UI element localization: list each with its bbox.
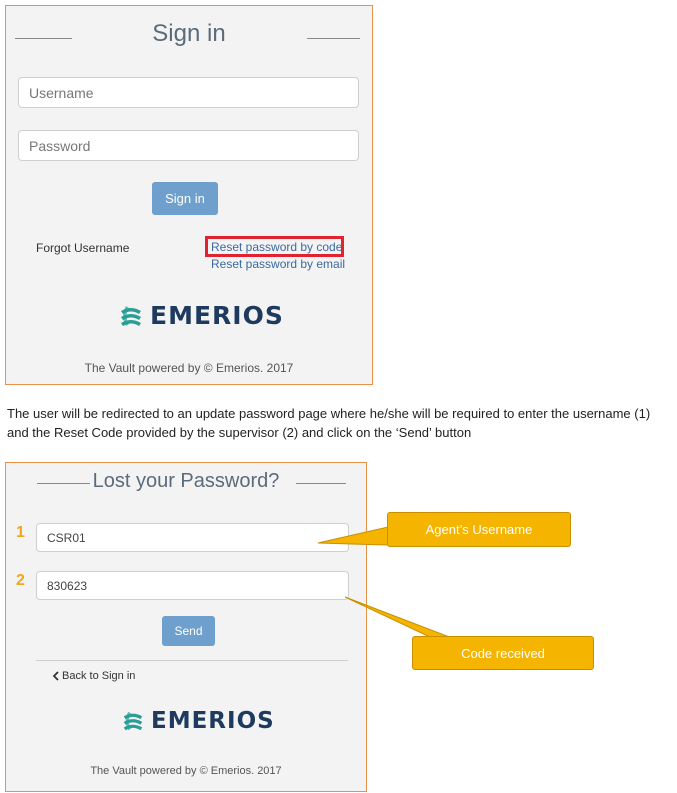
callout-pointer-code <box>344 596 453 639</box>
callout-code-received: Code received <box>412 636 594 670</box>
callout-pointers <box>317 526 453 639</box>
callout-pointer-username <box>317 526 389 546</box>
callout-agent-username: Agent’s Username <box>387 512 571 547</box>
